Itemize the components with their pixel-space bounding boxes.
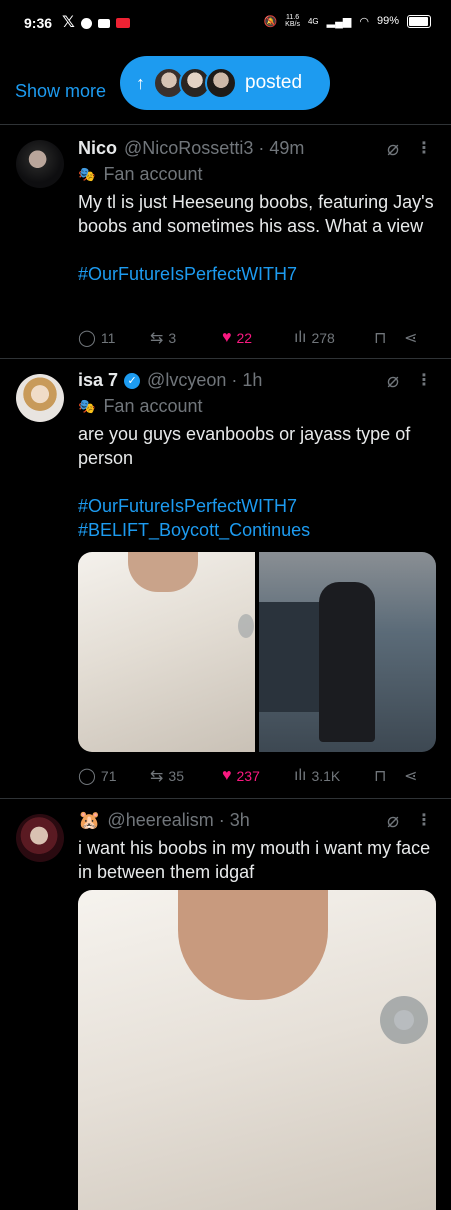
heart-icon: ♥ [222, 329, 232, 346]
bookmark-button[interactable]: ⊓ [374, 766, 404, 786]
tweet[interactable]: isa 7 ✓ @lvcyeon · 1h ⌀ ⋮ 🎭 Fan account … [0, 358, 451, 798]
tweet-text: My tl is just Heeseung boobs, featuring … [78, 190, 440, 286]
verified-badge-icon: ✓ [124, 372, 141, 389]
bookmark-button[interactable]: ⊓ [374, 328, 404, 348]
hashtag-link[interactable]: #OurFutureIsPerfectWITH7 [78, 494, 440, 518]
repost-count: 3 [168, 330, 177, 346]
display-name[interactable]: Nico [78, 138, 117, 159]
avatar[interactable] [16, 814, 64, 862]
views-button[interactable]: ılı 3.1K [294, 767, 374, 785]
share-icon: ⋖ [404, 330, 418, 347]
app-notification-icon [115, 18, 130, 28]
repost-icon: ⇆ [150, 768, 164, 785]
fan-account-label: 🎭 Fan account [78, 396, 203, 417]
reply-icon: ◯ [78, 330, 96, 347]
handle-time[interactable]: @heerealism · 3h [107, 810, 249, 831]
fan-account-label: 🎭 Fan account [78, 164, 203, 185]
arrow-up-icon: ↑ [136, 72, 145, 93]
reply-button[interactable]: ◯ 11 [78, 328, 150, 348]
hashtag-link[interactable]: #BELIFT_Boycott_Continues [78, 518, 440, 542]
new-posts-pill[interactable]: ↑ posted [120, 56, 330, 110]
bookmark-icon: ⊓ [374, 330, 387, 347]
tweet-image[interactable] [78, 890, 436, 1210]
display-name[interactable]: isa 7 [78, 370, 118, 391]
reply-button[interactable]: ◯ 71 [78, 766, 150, 786]
wifi-icon: ◠ [359, 15, 369, 28]
like-button[interactable]: ♥ 237 [222, 767, 294, 785]
pill-avatars [153, 67, 237, 99]
tweet-header: isa 7 ✓ @lvcyeon · 1h [78, 370, 262, 391]
views-icon: ılı [294, 329, 307, 346]
handle-time[interactable]: @lvcyeon · 1h [147, 370, 262, 391]
tweet-text: are you guys evanboobs or jayass type of… [78, 422, 440, 542]
label-text: Fan account [103, 164, 203, 184]
messenger-icon [80, 17, 92, 29]
more-icon[interactable]: ⋮ [416, 138, 432, 158]
tweet-text: i want his boobs in my mouth i want my f… [78, 836, 440, 884]
show-more-link[interactable]: Show more [15, 81, 106, 102]
hashtag-link[interactable]: #OurFutureIsPerfectWITH7 [78, 262, 440, 286]
avatar[interactable] [16, 140, 64, 188]
mask-icon: 🎭 [78, 166, 96, 182]
like-count: 22 [236, 330, 253, 346]
like-count: 237 [236, 768, 260, 784]
network-speed: 11.6 KB/s [285, 14, 300, 28]
tweet[interactable]: Nico @NicoRossetti3 · 49m ⌀ ⋮ 🎭 Fan acco… [0, 124, 451, 358]
share-button[interactable]: ⋖ [404, 766, 417, 786]
views-button[interactable]: ılı 278 [294, 329, 374, 347]
display-name-emoji[interactable]: 🐹 [78, 810, 100, 831]
like-button[interactable]: ♥ 22 [222, 329, 294, 347]
battery-percent: 99% [376, 15, 399, 27]
tweet-image[interactable] [259, 552, 436, 752]
tweet-body-text: My tl is just Heeseung boobs, featuring … [78, 192, 434, 236]
tweet[interactable]: 🐹 @heerealism · 3h ⌀ ⋮ i want his boobs … [0, 798, 451, 1210]
x-app-icon: 𝕏 [62, 14, 75, 31]
views-count: 3.1K [311, 768, 341, 784]
grok-icon[interactable]: ⌀ [387, 808, 399, 833]
label-text: Fan account [103, 396, 203, 416]
tweet-header: Nico @NicoRossetti3 · 49m [78, 138, 304, 159]
tweet-header: 🐹 @heerealism · 3h [78, 810, 250, 831]
mute-icon: 🔕 [263, 15, 278, 28]
avatar [205, 67, 237, 99]
share-icon: ⋖ [404, 768, 418, 785]
views-count: 278 [311, 330, 335, 346]
views-icon: ılı [294, 767, 307, 784]
repost-button[interactable]: ⇆ 35 [150, 766, 222, 786]
mask-icon: 🎭 [78, 398, 96, 414]
tweet-image[interactable] [78, 552, 255, 752]
handle-time[interactable]: @NicoRossetti3 · 49m [124, 138, 304, 159]
status-time: 9:36 [24, 15, 53, 31]
heart-icon: ♥ [222, 767, 232, 784]
battery-icon [407, 14, 431, 28]
repost-button[interactable]: ⇆ 3 [150, 328, 222, 348]
tweet-actions: ◯ 71 ⇆ 35 ♥ 237 ılı 3.1K ⊓ ⋖ [78, 766, 428, 786]
tweet-body-text: are you guys evanboobs or jayass type of… [78, 424, 411, 468]
repost-icon: ⇆ [150, 330, 164, 347]
tweet-body-text: i want his boobs in my mouth i want my f… [78, 838, 431, 882]
status-right: 🔕 11.6 KB/s 4G ▂▄▆ ◠ 99% [263, 14, 431, 28]
posted-label: posted [245, 72, 303, 93]
more-icon[interactable]: ⋮ [416, 810, 432, 830]
bookmark-icon: ⊓ [374, 768, 387, 785]
grok-icon[interactable]: ⌀ [387, 136, 399, 161]
repost-count: 35 [168, 768, 184, 784]
share-button[interactable]: ⋖ [404, 328, 417, 348]
more-icon[interactable]: ⋮ [416, 370, 432, 390]
status-bar: 9:36 𝕏 🔕 11.6 KB/s 4G ▂▄▆ ◠ 99% [0, 0, 451, 50]
mail-icon [97, 18, 110, 28]
signal-icon: ▂▄▆ [326, 15, 352, 28]
reply-count: 11 [100, 330, 116, 346]
avatar[interactable] [16, 374, 64, 422]
reply-count: 71 [100, 768, 117, 784]
tweet-actions: ◯ 11 ⇆ 3 ♥ 22 ılı 278 ⊓ ⋖ [78, 328, 428, 348]
grok-icon[interactable]: ⌀ [387, 368, 399, 393]
notification-icons: 𝕏 [62, 14, 130, 31]
network-type: 4G [307, 16, 319, 26]
reply-icon: ◯ [78, 768, 96, 785]
